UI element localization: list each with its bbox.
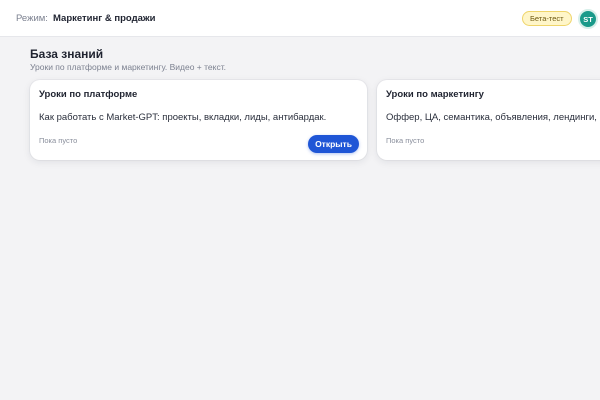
- page-title: База знаний: [30, 47, 104, 61]
- page-subtitle: Уроки по платформе и маркетингу. Видео +…: [30, 62, 227, 72]
- card-marketing-lessons: Уроки по маркетингу Оффер, ЦА, семантика…: [377, 80, 600, 160]
- mode-selector[interactable]: Маркетинг & продажи: [53, 13, 155, 24]
- card-description: Как работать с Market-GPT: проекты, вкла…: [39, 112, 327, 123]
- card-empty-state: Пока пусто: [386, 136, 425, 145]
- mode-label: Режим:: [16, 13, 48, 24]
- top-bar: Режим: Маркетинг & продажи Бета-тест ST: [0, 0, 600, 37]
- card-platform-lessons: Уроки по платформе Как работать с Market…: [30, 80, 367, 160]
- card-title: Уроки по маркетингу: [386, 89, 484, 100]
- avatar-initials: ST: [583, 14, 593, 24]
- open-button[interactable]: Открыть: [308, 135, 359, 153]
- card-empty-state: Пока пусто: [39, 136, 78, 145]
- user-avatar[interactable]: ST: [578, 9, 598, 29]
- card-description: Оффер, ЦА, семантика, объявления, лендин…: [386, 112, 597, 123]
- beta-badge: Бета-тест: [522, 11, 572, 26]
- card-title: Уроки по платформе: [39, 89, 138, 100]
